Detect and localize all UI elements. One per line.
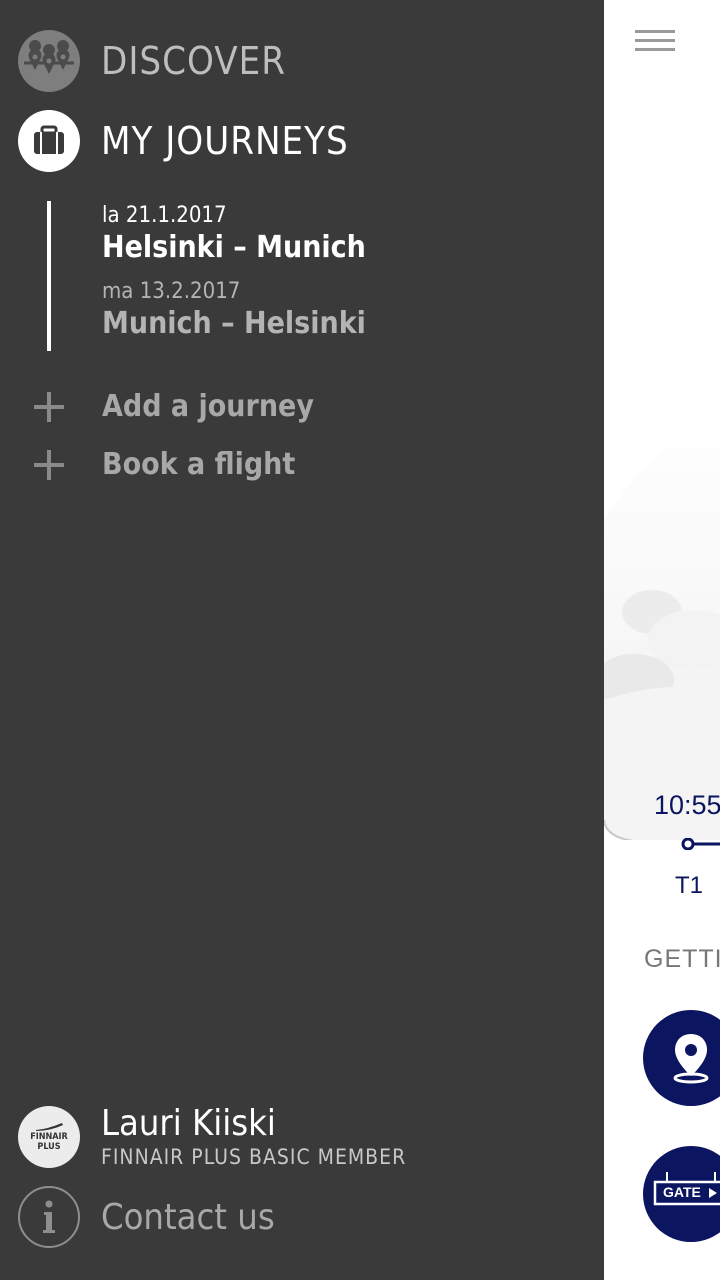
nav-item-my-journeys[interactable]: MY JOURNEYS bbox=[18, 110, 349, 172]
plus-icon bbox=[34, 449, 64, 480]
journey-item[interactable]: ma 13.2.2017 Munich – Helsinki bbox=[102, 279, 366, 343]
journey-date: ma 13.2.2017 bbox=[102, 279, 241, 304]
finnair-plus-logo-icon: FINNAIR PLUS bbox=[18, 1106, 80, 1168]
departure-time: 10:55 bbox=[654, 790, 720, 820]
nav-label-discover: DISCOVER bbox=[101, 39, 286, 83]
logo-text: FINNAIR bbox=[30, 1132, 68, 1142]
gate-label: GATE bbox=[663, 1184, 701, 1200]
hamburger-menu-icon[interactable] bbox=[635, 30, 675, 54]
member-name: Lauri Kiiski bbox=[101, 1103, 276, 1144]
member-profile[interactable]: FINNAIR PLUS Lauri Kiiski FINNAIR PLUS B… bbox=[18, 1104, 406, 1170]
plus-icon bbox=[34, 391, 64, 422]
suitcase-icon bbox=[18, 110, 80, 172]
selected-journey-indicator bbox=[47, 201, 51, 351]
member-level: FINNAIR PLUS BASIC MEMBER bbox=[101, 1145, 407, 1169]
add-journey-label: Add a journey bbox=[102, 389, 314, 424]
finnair-swoosh-icon bbox=[36, 1123, 63, 1131]
section-title: GETTII bbox=[644, 945, 720, 973]
contact-us-label: Contact us bbox=[101, 1196, 275, 1238]
journey-item[interactable]: la 21.1.2017 Helsinki – Munich bbox=[102, 203, 366, 267]
gate-button[interactable]: GATE bbox=[643, 1146, 720, 1242]
nav-label-my-journeys: MY JOURNEYS bbox=[101, 119, 349, 163]
location-pin-icon bbox=[673, 1034, 709, 1084]
background-screen: 10:55 T1 GETTII GATE bbox=[604, 0, 720, 1280]
navigation-drawer: DISCOVER MY JOURNEYS la 21.1.2017 Helsin… bbox=[0, 0, 604, 1280]
route-line-icon bbox=[681, 838, 720, 850]
logo-text: PLUS bbox=[37, 1142, 61, 1152]
terminal-label: T1 bbox=[675, 872, 704, 899]
contact-us-button[interactable]: Contact us bbox=[18, 1186, 275, 1248]
journey-route: Munich – Helsinki bbox=[102, 306, 366, 341]
info-icon bbox=[18, 1186, 80, 1248]
nav-item-discover[interactable]: DISCOVER bbox=[18, 30, 286, 92]
location-button[interactable] bbox=[643, 1010, 720, 1106]
journey-route: Helsinki – Munich bbox=[102, 230, 366, 265]
map-pins-icon bbox=[18, 30, 80, 92]
sky-cloud-illustration bbox=[604, 0, 720, 840]
add-journey-button[interactable]: Add a journey bbox=[34, 389, 314, 424]
journey-date: la 21.1.2017 bbox=[102, 203, 227, 228]
book-flight-button[interactable]: Book a flight bbox=[34, 447, 295, 482]
book-flight-label: Book a flight bbox=[102, 447, 296, 482]
